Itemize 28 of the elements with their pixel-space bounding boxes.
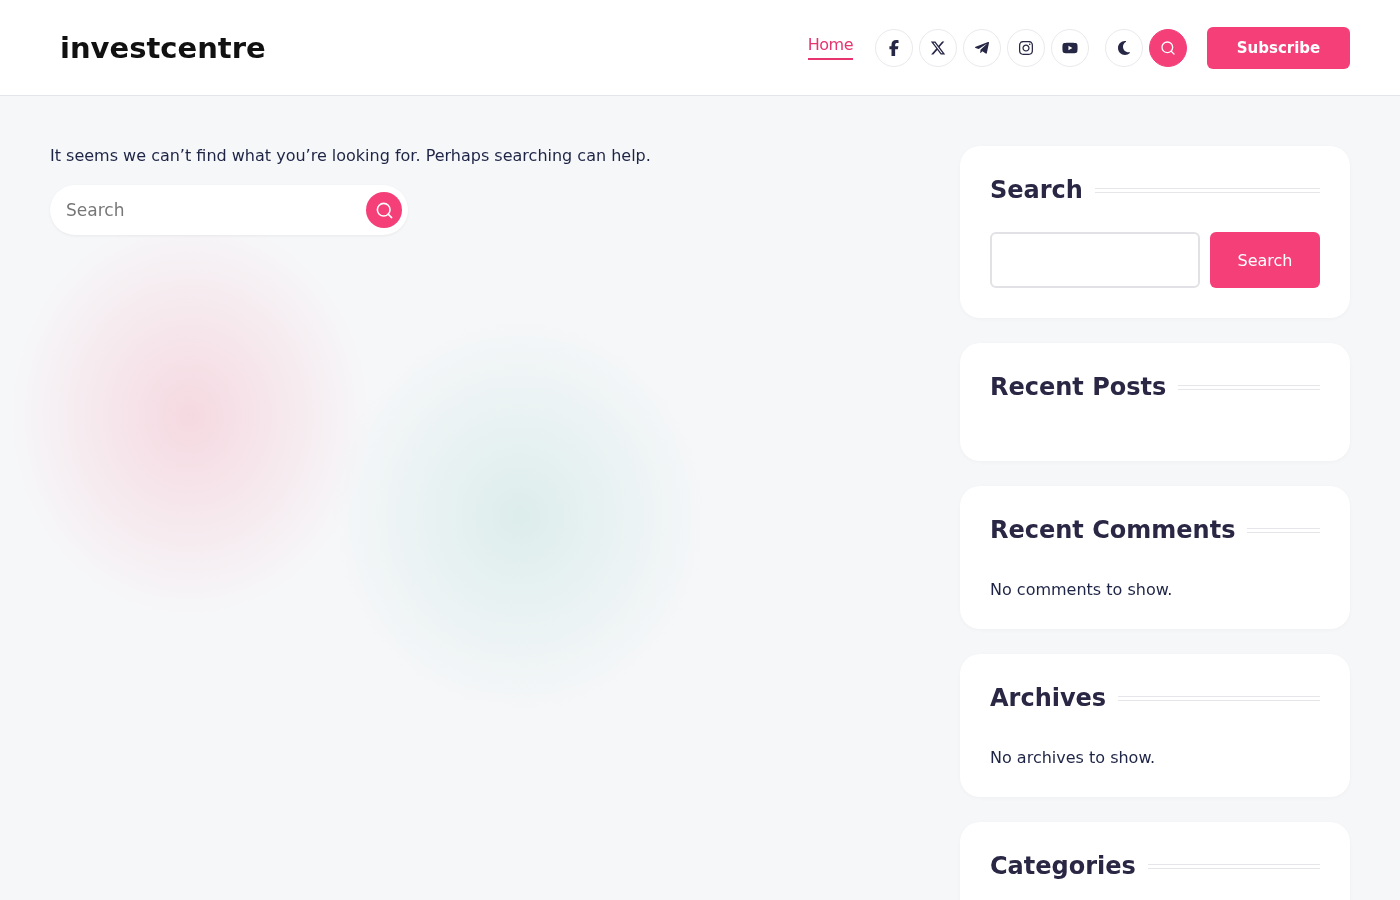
search-field[interactable]: Search [50,185,408,235]
instagram-icon [1018,39,1034,56]
youtube-button[interactable] [1051,28,1089,67]
empty-message: No archives to show. [990,748,1157,767]
nav-link[interactable]: Home [807,35,853,60]
facebook-icon [886,39,902,56]
not-found-message: It seems we can’t find what you’re looking for. Perhaps searching can help. [50,146,652,165]
moon-icon [1116,39,1132,56]
instagram-button[interactable] [1007,28,1045,67]
widget-title: Categories [990,852,1136,880]
facebook-button[interactable] [875,28,913,67]
search-submit-button[interactable]: Search [1210,232,1320,288]
dark-mode-button[interactable] [1105,28,1143,67]
widget-title: Archives [990,684,1107,712]
widget-title: Search [990,176,1083,204]
widget-title: Recent Posts [990,373,1167,401]
subscribe-button[interactable]: Subscribe [1207,26,1350,69]
search-icon [1160,39,1176,56]
paper-plane-button[interactable] [963,28,1001,67]
paper-plane-icon [974,39,990,56]
search-button[interactable] [1149,28,1187,67]
empty-message: No comments to show. [990,580,1174,599]
widget-title: Recent Comments [990,516,1236,544]
x-logo-icon [930,39,946,56]
search-icon [374,200,394,220]
x-logo-button[interactable] [919,28,957,67]
search-input-field[interactable] [990,232,1200,288]
site-logo[interactable]: investcentre [60,30,808,65]
